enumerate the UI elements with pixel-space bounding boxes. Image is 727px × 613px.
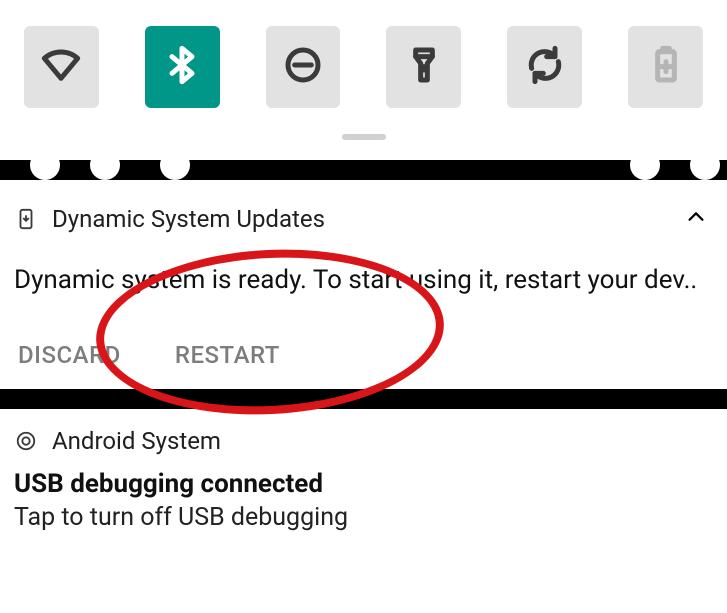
collapse-button[interactable]: [679, 202, 713, 236]
notification-header: Android System: [14, 427, 713, 455]
system-update-icon: [14, 207, 38, 231]
discard-button[interactable]: DISCARD: [18, 341, 121, 369]
notification-usb[interactable]: Android System USB debugging connected T…: [0, 409, 727, 552]
flashlight-icon: [404, 45, 444, 89]
separator: [0, 160, 727, 180]
android-system-icon: [14, 429, 38, 453]
notification-actions: DISCARD RESTART: [14, 341, 713, 369]
qs-tile-dnd[interactable]: [266, 26, 341, 108]
notification-body: Dynamic system is ready. To start using …: [14, 264, 713, 297]
chevron-up-icon: [685, 206, 707, 232]
qs-tile-autorotate[interactable]: [507, 26, 582, 108]
autorotate-icon: [525, 45, 565, 89]
bluetooth-icon: [162, 45, 202, 89]
notification-title: USB debugging connected: [14, 469, 713, 499]
notification-app-name: Android System: [52, 427, 221, 455]
separator: [0, 389, 727, 409]
quick-settings-row: [0, 0, 727, 122]
wifi-icon: [41, 45, 81, 89]
notification-header: Dynamic System Updates: [14, 202, 713, 236]
qs-tile-bluetooth[interactable]: [145, 26, 220, 108]
restart-button[interactable]: RESTART: [175, 341, 280, 369]
battery-icon: [646, 45, 686, 89]
notification-dsu[interactable]: Dynamic System Updates Dynamic system is…: [0, 180, 727, 389]
qs-tile-wifi[interactable]: [24, 26, 99, 108]
qs-tile-flashlight[interactable]: [386, 26, 461, 108]
drag-handle-icon: [342, 134, 386, 140]
qs-tile-battery[interactable]: [628, 26, 703, 108]
panel-handle[interactable]: [0, 128, 727, 146]
notification-app-name: Dynamic System Updates: [52, 205, 325, 233]
notification-subtitle: Tap to turn off USB debugging: [14, 503, 713, 532]
dnd-icon: [283, 45, 323, 89]
